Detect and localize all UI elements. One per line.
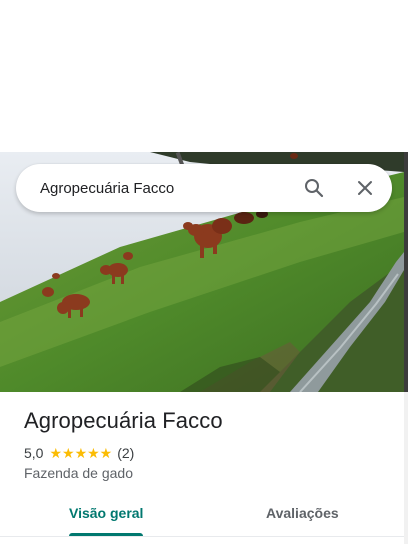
star-icon: ★★★★★ xyxy=(49,445,113,461)
place-title: Agropecuária Facco xyxy=(24,408,223,433)
place-tabs: Visão geral Avaliações xyxy=(0,496,404,536)
tab-overview[interactable]: Visão geral xyxy=(69,505,143,521)
close-icon[interactable] xyxy=(353,176,377,200)
star-rating: ★★★★★ xyxy=(49,446,112,460)
search-input[interactable] xyxy=(40,177,280,199)
rating-value: 5,0 xyxy=(24,445,44,461)
place-category[interactable]: Fazenda de gado xyxy=(24,465,133,481)
tab-reviews[interactable]: Avaliações xyxy=(266,505,339,521)
search-box[interactable] xyxy=(16,164,392,212)
scrollbar-thumb[interactable] xyxy=(404,152,408,392)
rating-row[interactable]: 5,0 ★★★★★ (2) xyxy=(24,443,134,463)
tabs-divider xyxy=(0,536,404,537)
review-count[interactable]: (2) xyxy=(117,445,134,461)
search-icon[interactable] xyxy=(302,176,326,200)
maps-place-panel: Agropecuária Facco 5,0 ★★★★★ (2) Fazenda… xyxy=(0,0,408,544)
